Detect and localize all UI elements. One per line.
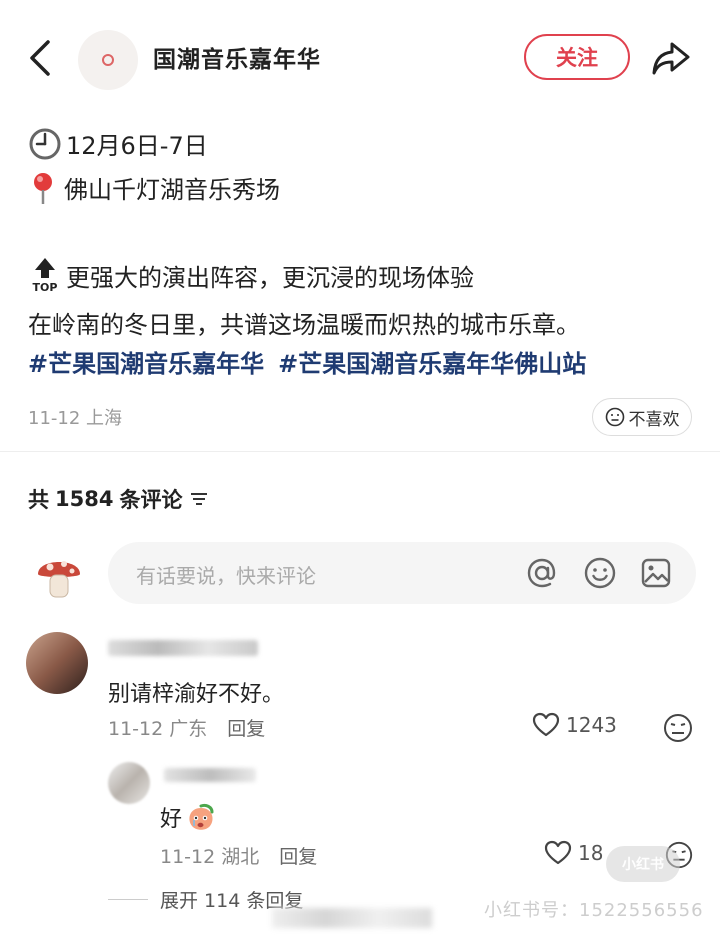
at-mention-icon[interactable] <box>524 555 560 591</box>
watermark-text: 小红书号：1522556556 <box>484 900 704 921</box>
neutral-face-icon <box>605 407 624 427</box>
commenter-name-blurred <box>108 640 258 656</box>
comment-count: 共 1584 条评论 <box>28 484 210 514</box>
dislike-button[interactable]: 不喜欢 <box>592 398 692 436</box>
hashtag-link[interactable]: #芒果国潮音乐嘉年华 <box>28 350 264 378</box>
reply-button[interactable]: 回复 <box>227 718 265 740</box>
like-count: 1243 <box>566 713 617 737</box>
reply-text: 好 <box>160 807 183 832</box>
expand-divider <box>108 899 148 900</box>
comment-meta: 11-12 广东 回复 <box>108 718 266 740</box>
follow-button[interactable]: 关注 <box>524 34 630 80</box>
comment-input-placeholder: 有话要说，快来评论 <box>136 564 316 588</box>
post-line-1: TOP 更强大的演出阵容，更沉浸的现场体验 <box>28 256 474 294</box>
reply-avatar[interactable] <box>108 762 150 804</box>
reply-name-blurred <box>164 768 256 782</box>
emoji-icon[interactable] <box>582 555 618 591</box>
top-arrow-icon: TOP <box>33 258 58 294</box>
blurred-overlay <box>272 908 432 928</box>
like-count: 18 <box>578 841 604 865</box>
post-line-2: 在岭南的冬日里，共谱这场温暖而炽热的城市乐章。 <box>28 311 580 339</box>
heart-icon <box>544 840 572 865</box>
clock-icon <box>29 128 61 159</box>
like-button[interactable]: 1243 <box>532 712 617 738</box>
heart-icon <box>532 712 560 737</box>
event-date-line: 12月6日-7日 <box>28 126 208 161</box>
sort-icon[interactable] <box>188 489 210 509</box>
reply-meta: 11-12 湖北 回复 <box>160 846 318 868</box>
section-divider <box>0 451 720 452</box>
pin-icon <box>34 172 52 204</box>
hashtag-link[interactable]: #芒果国潮音乐嘉年华佛山站 <box>278 350 586 378</box>
dislike-face-icon[interactable] <box>662 712 694 744</box>
hashtag-list: #芒果国潮音乐嘉年华 #芒果国潮音乐嘉年华佛山站 <box>28 344 600 379</box>
event-location-line: 佛山千灯湖音乐秀场 <box>28 170 280 205</box>
peach-emoji-icon <box>189 803 214 830</box>
back-arrow-icon[interactable] <box>24 38 58 78</box>
page-title: 国潮音乐嘉年华 <box>153 47 321 73</box>
image-upload-icon[interactable] <box>638 555 674 591</box>
comment-text: 别请梓渝好不好。 <box>108 682 285 707</box>
share-icon[interactable] <box>650 38 692 78</box>
svg-text:TOP: TOP <box>33 281 58 294</box>
account-avatar[interactable] <box>78 30 138 90</box>
reply-text-row: 好 <box>160 800 218 834</box>
reply-like-button[interactable]: 18 <box>544 840 603 866</box>
mushroom-avatar-icon <box>38 561 80 598</box>
post-meta: 11-12 上海 <box>28 408 123 429</box>
watermark-logo: 小红书 <box>606 846 680 882</box>
commenter-avatar[interactable] <box>26 632 88 694</box>
reply-button[interactable]: 回复 <box>279 846 317 868</box>
